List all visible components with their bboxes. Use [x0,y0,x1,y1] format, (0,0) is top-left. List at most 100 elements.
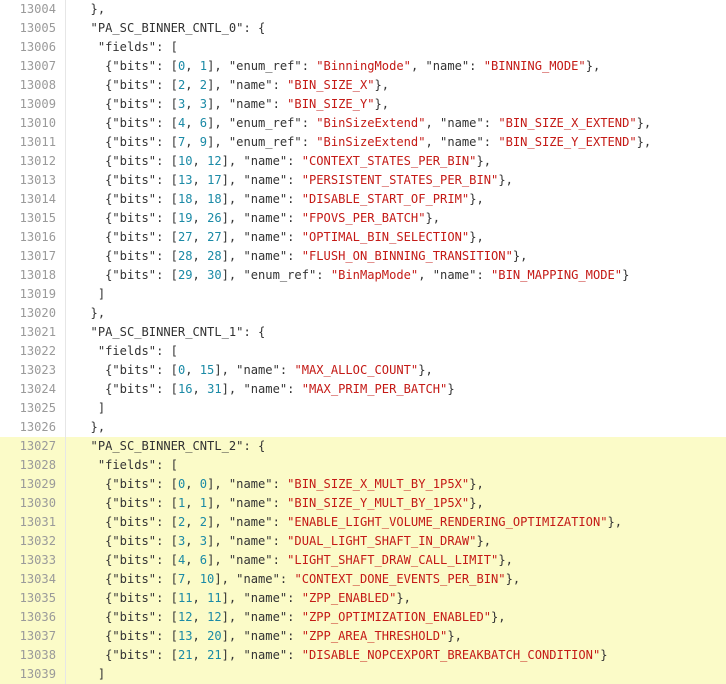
code-line: 13017 {"bits": [28, 28], "name": "FLUSH_… [0,247,726,266]
punctuation-token: {"bits": [ [76,268,178,282]
code-text: {"bits": [1, 1], "name": "BIN_SIZE_Y_MUL… [76,494,484,513]
punctuation-token: }, [469,230,484,244]
punctuation-token: ], "name": [221,211,302,225]
punctuation-token: ], "name": [207,78,288,92]
punctuation-token: , [185,97,200,111]
punctuation-token: {"bits": [ [76,230,178,244]
code-text: }, [76,0,106,19]
punctuation-token: ], "enum_ref": [207,135,317,149]
number-token: 30 [207,268,222,282]
line-number: 13039 [0,665,66,684]
line-number: 13010 [0,114,66,133]
number-token: 21 [177,648,193,662]
number-token: 19 [177,211,193,225]
code-text: {"bits": [18, 18], "name": "DISABLE_STAR… [76,190,484,209]
number-token: 2 [199,78,208,92]
punctuation-token: "fields": [ [76,458,178,472]
string-token: "BIN_SIZE_Y" [287,97,375,111]
code-text: {"bits": [11, 11], "name": "ZPP_ENABLED"… [76,589,411,608]
punctuation-token: , "name": [410,59,484,73]
punctuation-token: , [192,591,208,605]
code-text: {"bits": [2, 2], "name": "BIN_SIZE_X"}, [76,76,389,95]
punctuation-token: }, [505,572,521,586]
punctuation-token: , [192,249,208,263]
punctuation-token: , "name": [425,135,499,149]
line-number: 13030 [0,494,66,513]
line-number: 13029 [0,475,66,494]
code-line: 13024 {"bits": [16, 31], "name": "MAX_PR… [0,380,726,399]
line-number: 13018 [0,266,66,285]
line-number: 13037 [0,627,66,646]
code-line: 13006 "fields": [ [0,38,726,57]
code-text: ] [76,665,105,684]
punctuation-token: }, [491,610,506,624]
number-token: 9 [199,135,208,149]
highlighted-code-line: 13038 {"bits": [21, 21], "name": "DISABL… [0,646,726,665]
code-text: {"bits": [19, 26], "name": "FPOVS_PER_BA… [76,209,440,228]
string-token: "PERSISTENT_STATES_PER_BIN" [301,173,499,187]
code-line: 13008 {"bits": [2, 2], "name": "BIN_SIZE… [0,76,726,95]
punctuation-token: ], "name": [221,230,302,244]
punctuation-token: ], "name": [207,553,288,567]
punctuation-token: ], "enum_ref": [207,116,317,130]
line-number: 13020 [0,304,66,323]
code-text: {"bits": [21, 21], "name": "DISABLE_NOPC… [76,646,608,665]
line-number: 13019 [0,285,66,304]
punctuation-token: , [192,211,208,225]
string-token: "BINNING_MODE" [483,59,586,73]
punctuation-token: {"bits": [ [76,59,178,73]
string-token: "BinningMode" [316,59,411,73]
punctuation-token: , [185,572,200,586]
code-viewer: 13004 }, 13005 "PA_SC_BINNER_CNTL_0": {13… [0,0,726,684]
code-text: {"bits": [0, 0], "name": "BIN_SIZE_X_MUL… [76,475,484,494]
code-text: }, [76,304,106,323]
code-text: }, [76,418,106,437]
string-token: "BIN_SIZE_X_MULT_BY_1P5X" [287,477,470,491]
code-text: "fields": [ [76,38,178,57]
string-token: "ENABLE_LIGHT_VOLUME_RENDERING_OPTIMIZAT… [287,515,608,529]
line-number: 13007 [0,57,66,76]
punctuation-token: ], "name": [207,496,288,510]
punctuation-token: } [600,648,608,662]
number-token: 29 [177,268,193,282]
number-token: 27 [177,230,193,244]
punctuation-token: {"bits": [ [76,515,178,529]
punctuation-token: ], "name": [207,477,288,491]
highlighted-code-line: 13031 {"bits": [2, 2], "name": "ENABLE_L… [0,513,726,532]
code-line: 13010 {"bits": [4, 6], "enum_ref": "BinS… [0,114,726,133]
highlighted-code-line: 13030 {"bits": [1, 1], "name": "BIN_SIZE… [0,494,726,513]
string-token: "BIN_SIZE_Y_EXTEND" [498,135,637,149]
number-token: 28 [177,249,193,263]
punctuation-token: {"bits": [ [76,173,178,187]
line-number: 13035 [0,589,66,608]
string-token: "MAX_PRIM_PER_BATCH" [301,382,448,396]
punctuation-token: , [185,515,200,529]
code-line: 13014 {"bits": [18, 18], "name": "DISABL… [0,190,726,209]
number-token: 13 [177,629,193,643]
punctuation-token: {"bits": [ [76,363,178,377]
line-number: 13008 [0,76,66,95]
punctuation-token: }, [607,515,623,529]
highlighted-code-line: 13039 ] [0,665,726,684]
code-text: ] [76,285,105,304]
line-number: 13028 [0,456,66,475]
punctuation-token: ], "name": [221,192,302,206]
number-token: 31 [207,382,222,396]
number-token: 21 [207,648,222,662]
highlighted-code-line: 13027 "PA_SC_BINNER_CNTL_2": { [0,437,726,456]
punctuation-token: , [192,629,208,643]
punctuation-token: , [192,382,208,396]
punctuation-token: , "name": [425,116,499,130]
punctuation-token: , [192,648,208,662]
highlighted-code-line: 13034 {"bits": [7, 10], "name": "CONTEXT… [0,570,726,589]
number-token: 12 [207,154,222,168]
punctuation-token: , [192,192,208,206]
punctuation-token: , [185,496,200,510]
code-text: {"bits": [3, 3], "name": "DUAL_LIGHT_SHA… [76,532,491,551]
punctuation-token: , [185,477,200,491]
line-number: 13015 [0,209,66,228]
punctuation-token: "PA_SC_BINNER_CNTL_2": { [76,439,266,453]
number-token: 16 [177,382,193,396]
line-number: 13022 [0,342,66,361]
code-line: 13009 {"bits": [3, 3], "name": "BIN_SIZE… [0,95,726,114]
